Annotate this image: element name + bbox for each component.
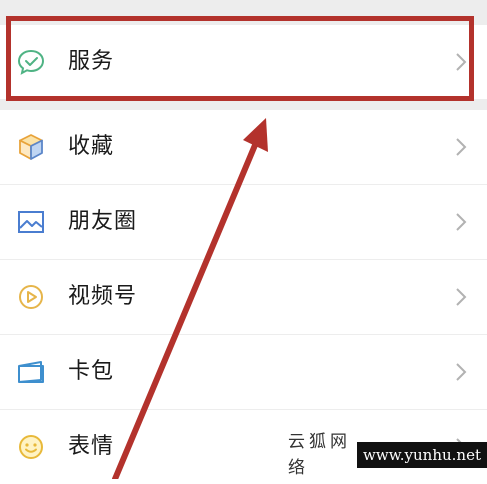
watermark-text: 云狐网络 [282, 429, 358, 481]
watermark: 云狐网络 www.yunhu.net [282, 429, 487, 481]
watermark-url: www.yunhu.net [357, 442, 487, 468]
annotation-arrow [112, 118, 268, 479]
